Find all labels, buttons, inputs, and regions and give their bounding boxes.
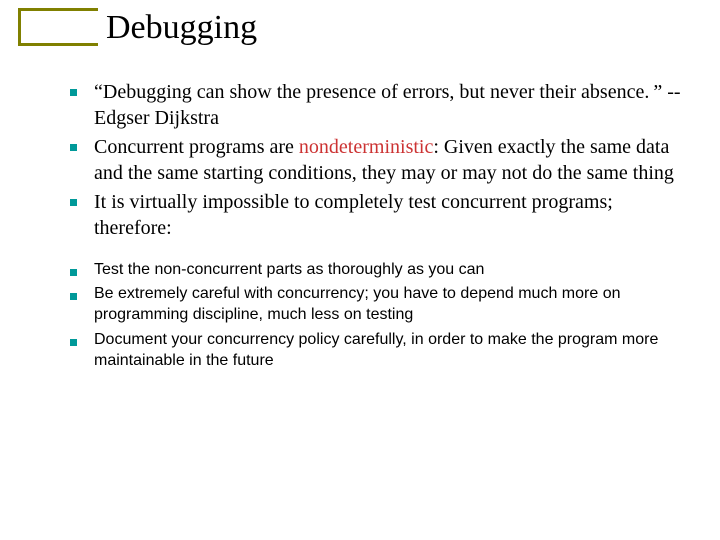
rule-top (18, 8, 98, 11)
sub-bullet-careful: Be extremely careful with concurrency; y… (64, 284, 688, 326)
bullet-quote: “Debugging can show the presence of erro… (64, 80, 688, 131)
bullet-list: “Debugging can show the presence of erro… (64, 80, 688, 242)
rule-left (18, 8, 21, 46)
sub-bullet-document-text: Document your concurrency policy careful… (94, 331, 658, 369)
rule-bottom (18, 43, 98, 46)
bullet-impossible-text: It is virtually impossible to completely… (94, 191, 613, 239)
sub-bullet-careful-text: Be extremely careful with concurrency; y… (94, 285, 621, 323)
sub-bullet-document: Document your concurrency policy careful… (64, 330, 688, 372)
bullet-quote-text: “Debugging can show the presence of erro… (94, 81, 681, 129)
sub-bullet-test: Test the non-concurrent parts as thoroug… (64, 260, 688, 281)
bullet-nondeterministic: Concurrent programs are nondeterministic… (64, 135, 688, 186)
sub-bullet-list: Test the non-concurrent parts as thoroug… (64, 260, 688, 372)
bullet-impossible: It is virtually impossible to completely… (64, 190, 688, 241)
bullet-nd-pre: Concurrent programs are (94, 136, 299, 158)
slide-title: Debugging (106, 9, 257, 47)
sub-bullet-test-text: Test the non-concurrent parts as thoroug… (94, 261, 484, 278)
slide-body: “Debugging can show the presence of erro… (64, 80, 688, 376)
nondeterministic-word: nondeterministic (299, 136, 433, 158)
slide: Debugging “Debugging can show the presen… (0, 0, 720, 540)
